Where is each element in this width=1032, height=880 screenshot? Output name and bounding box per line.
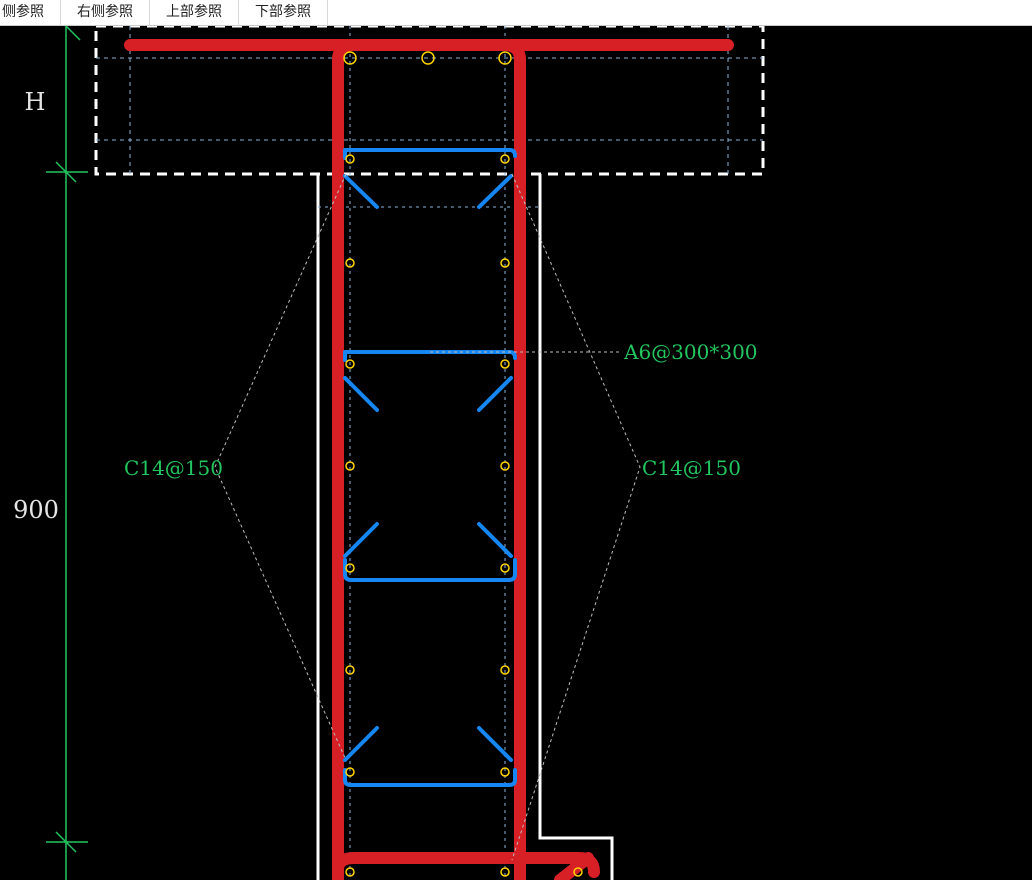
right-bar-label[interactable]: C14@150 xyxy=(642,456,741,480)
tie-spec-label[interactable]: A6@300*300 xyxy=(623,340,758,364)
tab-top-reference[interactable]: 上部参照 xyxy=(150,0,239,26)
tab-side-reference[interactable]: 侧参照 xyxy=(0,0,61,26)
height-label: H xyxy=(25,88,46,116)
tab-bottom-reference[interactable]: 下部参照 xyxy=(239,0,328,26)
length-label: 900 xyxy=(13,496,59,524)
cad-workspace: 侧参照 右侧参照 上部参照 下部参照 H 900 A6@300*300 C14@… xyxy=(0,0,1032,880)
reference-toolbar: 侧参照 右侧参照 上部参照 下部参照 xyxy=(0,0,1032,26)
tab-right-reference[interactable]: 右侧参照 xyxy=(61,0,150,26)
left-bar-label[interactable]: C14@150 xyxy=(124,456,223,480)
drawing-canvas[interactable]: H 900 A6@300*300 C14@150 C14@150 xyxy=(0,0,1032,880)
